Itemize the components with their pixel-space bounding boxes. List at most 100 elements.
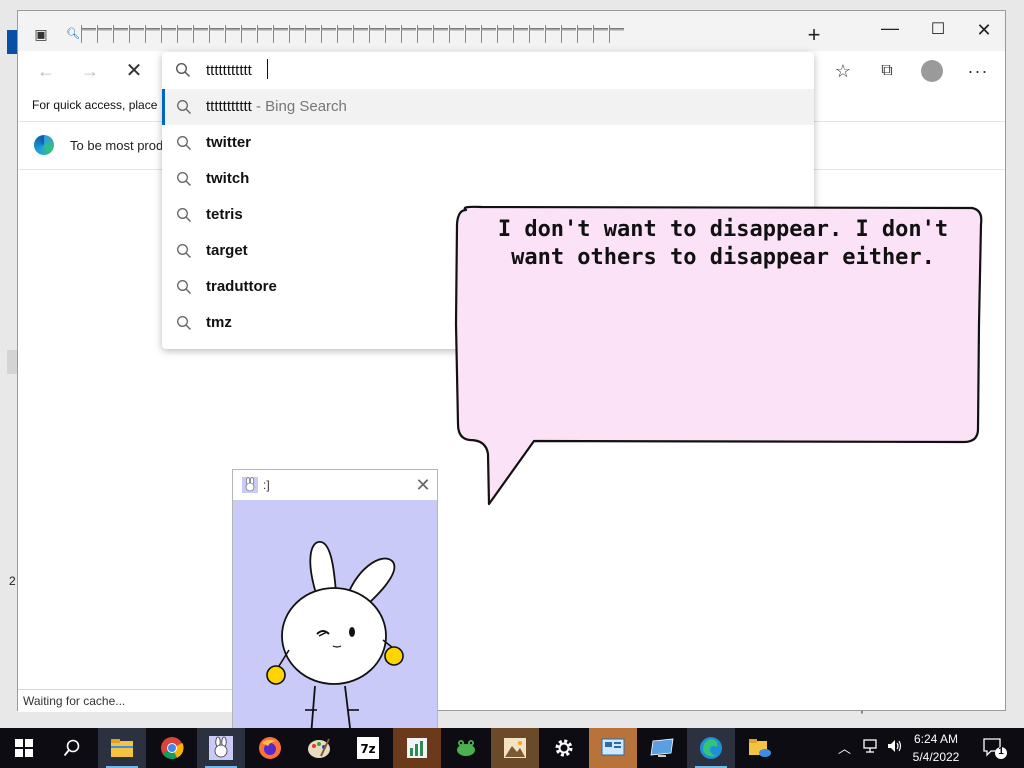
browser-tab[interactable]: ═══ [353, 25, 368, 43]
browser-tab[interactable]: ═══ [481, 25, 496, 43]
suggestion-bing-search[interactable]: ttttttttttt - Bing Search [162, 89, 814, 125]
edge-icon[interactable] [687, 728, 735, 768]
browser-tab[interactable]: ═══ [385, 25, 400, 43]
settings-icon[interactable] [540, 728, 588, 768]
suggestion-text: traduttore [206, 278, 277, 295]
bunny-app-icon [242, 477, 258, 493]
browser-tab[interactable]: ═══ [529, 25, 544, 43]
notification-center-icon[interactable]: 1 [982, 736, 1008, 760]
browser-tab[interactable]: ═══ [97, 25, 112, 43]
background-scroll-thumb [7, 350, 17, 374]
chrome-icon[interactable] [148, 728, 196, 768]
browser-tab[interactable]: ═══ [321, 25, 336, 43]
pet-canvas [233, 500, 437, 737]
clock-date[interactable]: 5/4/2022 [906, 750, 966, 764]
address-input[interactable] [206, 60, 766, 80]
browser-tab[interactable]: ═══ [401, 25, 416, 43]
favorites-icon[interactable]: ☆ [829, 57, 857, 85]
browser-tab[interactable]: ═══ [337, 25, 352, 43]
search-icon [177, 208, 191, 222]
browser-tab[interactable]: ═══ [497, 25, 512, 43]
search-icon [177, 136, 191, 150]
search-icon [175, 62, 191, 78]
stop-loading-button[interactable]: ✕ [120, 57, 148, 85]
browser-tab[interactable]: ═══ [225, 25, 240, 43]
close-window-button[interactable]: ✕ [969, 17, 999, 43]
title-bar: ▣ 🔍︎ ═══ ═══ ═══ ═══ ═══ ═══ ═══ ═══ ═══ ═══ ═══ ══… [18, 11, 1005, 51]
control-panel-icon[interactable] [589, 728, 637, 768]
folder-cloud-icon[interactable] [736, 728, 784, 768]
browser-tab[interactable]: ═══ [449, 25, 464, 43]
search-tab-icon[interactable]: 🔍︎ [66, 25, 80, 43]
notification-count: 1 [998, 746, 1004, 757]
browser-tab[interactable]: ═══ [577, 25, 592, 43]
suggestion-text: twitter [206, 134, 251, 151]
frog-app-icon[interactable] [442, 728, 490, 768]
new-tab-button[interactable]: + [803, 24, 825, 46]
search-icon [177, 244, 191, 258]
browser-tab[interactable]: ═══ [369, 25, 384, 43]
bunny-character[interactable] [233, 500, 437, 737]
browser-tab[interactable]: ═══ [113, 25, 128, 43]
photos-icon[interactable] [491, 728, 539, 768]
browser-tab[interactable]: ═══ [81, 25, 96, 43]
browser-tab[interactable]: ═══ [273, 25, 288, 43]
browser-tab[interactable]: ═══ [417, 25, 432, 43]
suggestion-item[interactable]: twitch [162, 161, 814, 197]
search-icon [177, 172, 191, 186]
browser-tab[interactable]: ═══ [609, 25, 624, 43]
browser-tab[interactable]: ═══ [193, 25, 208, 43]
speech-bubble-text: I don't want to disappear. I don't want … [497, 217, 949, 270]
forward-button[interactable]: → [76, 57, 104, 85]
clock-time[interactable]: 6:24 AM [906, 732, 966, 746]
setup-info-text: To be most productive with Microsoft Edg… [70, 138, 162, 153]
pet-window: :] ✕ [232, 469, 438, 737]
more-menu-button[interactable]: ··· [964, 57, 992, 85]
pet-app-icon[interactable] [197, 728, 245, 768]
profile-button[interactable] [918, 57, 946, 85]
browser-tab[interactable]: ═══ [145, 25, 160, 43]
browser-tab[interactable]: ═══ [257, 25, 272, 43]
browser-tab[interactable]: ═══ [209, 25, 224, 43]
tab-actions-icon[interactable]: ▣ [30, 23, 52, 45]
browser-tab[interactable]: ═══ [241, 25, 256, 43]
browser-tab[interactable]: ═══ [513, 25, 528, 43]
suggestion-text: target [206, 242, 248, 259]
paint-icon[interactable] [295, 728, 343, 768]
browser-tab[interactable]: ═══ [305, 25, 320, 43]
browser-tab[interactable]: ═══ [129, 25, 144, 43]
collections-icon[interactable]: ⧉ [873, 57, 901, 85]
chevron-up-icon[interactable]: ︿ [838, 738, 851, 757]
volume-icon[interactable] [886, 738, 904, 759]
pet-window-title: :] [263, 478, 270, 492]
svg-text:7z: 7z [360, 742, 375, 756]
spreadsheet-app-icon[interactable] [393, 728, 441, 768]
pet-close-button[interactable]: ✕ [413, 474, 433, 496]
back-button[interactable]: ← [32, 57, 60, 85]
7zip-icon[interactable]: 7z [344, 728, 392, 768]
tab-strip: 🔍︎ ═══ ═══ ═══ ═══ ═══ ═══ ═══ ═══ ═══ ═══ ═══ ═══ ═… [66, 25, 771, 45]
windows-start-icon[interactable] [0, 728, 48, 768]
network-icon[interactable] [862, 738, 880, 759]
browser-tab[interactable]: ═══ [433, 25, 448, 43]
browser-tab[interactable]: ═══ [177, 25, 192, 43]
search-icon [177, 316, 191, 330]
browser-tab[interactable]: ═══ [161, 25, 176, 43]
firefox-icon[interactable] [246, 728, 294, 768]
edge-logo-icon [34, 135, 54, 155]
maximize-button[interactable]: ☐ [923, 17, 953, 43]
browser-tab[interactable]: ═══ [289, 25, 304, 43]
browser-tab[interactable]: ═══ [465, 25, 480, 43]
status-text: Waiting for cache... [23, 694, 126, 708]
suggestion-item[interactable]: twitter [162, 125, 814, 161]
pet-window-titlebar[interactable]: :] ✕ [233, 470, 437, 500]
suggestion-text: tetris [206, 206, 243, 223]
browser-tab[interactable]: ═══ [545, 25, 560, 43]
search-icon[interactable] [48, 728, 96, 768]
suggestion-text: tmz [206, 314, 232, 331]
file-explorer-icon[interactable] [98, 728, 146, 768]
minimize-button[interactable]: — [875, 17, 905, 43]
browser-tab[interactable]: ═══ [561, 25, 576, 43]
browser-tab[interactable]: ═══ [593, 25, 608, 43]
remote-desktop-icon[interactable] [638, 728, 686, 768]
